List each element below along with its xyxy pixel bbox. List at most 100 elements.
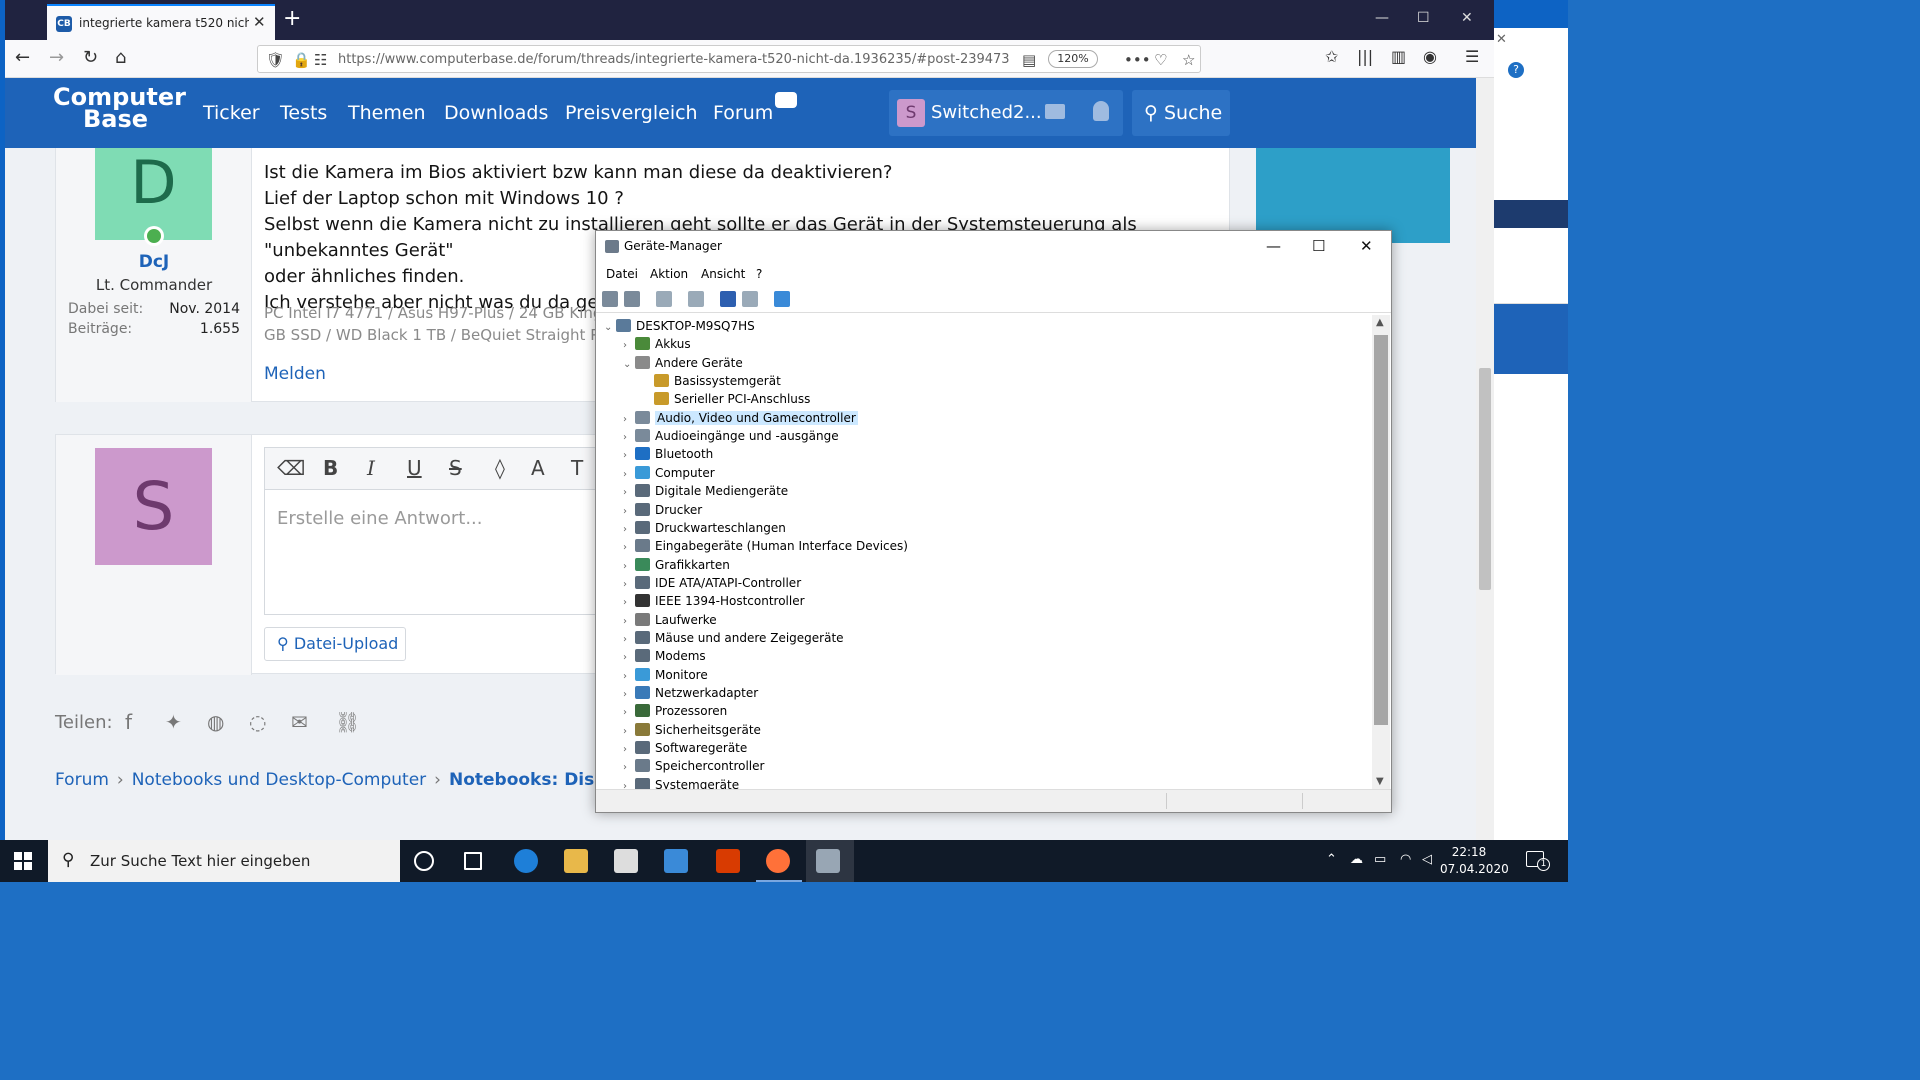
dm-help-icon[interactable]	[720, 291, 736, 307]
shield-icon[interactable]: 🛡	[266, 51, 285, 69]
account-icon[interactable]: ◉	[1423, 47, 1437, 66]
background-close-icon[interactable]: ✕	[1496, 32, 1507, 47]
nav-ticker[interactable]: Ticker	[203, 102, 260, 124]
library-icon[interactable]: |||	[1357, 47, 1373, 66]
reader-view-icon[interactable]: ▤	[1022, 51, 1036, 69]
dm-menu-aktion[interactable]: Aktion	[650, 267, 688, 281]
tree-node[interactable]: › Mäuse und andere Zeigegeräte	[623, 629, 844, 647]
close-window-icon[interactable]: ✕	[1461, 10, 1473, 26]
tree-node[interactable]: › Laufwerke	[623, 611, 717, 629]
chevron-right-icon[interactable]: ›	[623, 649, 635, 667]
dm-monitor-icon[interactable]	[774, 291, 790, 307]
chevron-right-icon[interactable]: ›	[623, 778, 635, 789]
nav-tests[interactable]: Tests	[280, 102, 327, 124]
explorer-icon[interactable]	[564, 849, 588, 873]
chevron-right-icon[interactable]: ›	[623, 484, 635, 502]
dm-tree-icon[interactable]	[656, 291, 672, 307]
maximize-icon[interactable]: ☐	[1417, 10, 1430, 26]
tree-node[interactable]: › IEEE 1394-Hostcontroller	[623, 592, 805, 610]
tree-node[interactable]: › Modems	[623, 647, 706, 665]
chevron-right-icon[interactable]: ›	[623, 337, 635, 355]
pocket-icon[interactable]: ♡	[1154, 51, 1167, 69]
new-tab-icon[interactable]: +	[283, 6, 301, 31]
user-name[interactable]: Switched2...	[931, 102, 1042, 123]
dm-menu-datei[interactable]: Datei	[606, 267, 638, 281]
clock[interactable]: 22:18 07.04.2020	[1440, 844, 1509, 878]
color-icon[interactable]: ◊	[495, 456, 505, 480]
edge-icon[interactable]	[514, 849, 538, 873]
chevron-right-icon[interactable]: ›	[623, 558, 635, 576]
home-icon[interactable]: ⌂	[115, 47, 126, 68]
tree-node[interactable]: › Digitale Mediengeräte	[623, 482, 788, 500]
nav-downloads[interactable]: Downloads	[444, 102, 548, 124]
font-button[interactable]: A	[531, 456, 545, 480]
tree-root[interactable]: ⌄ DESKTOP-M9SQ7HS	[604, 317, 755, 335]
reply-placeholder[interactable]: Erstelle eine Antwort...	[277, 508, 483, 529]
search-button[interactable]: ⚲ Suche	[1132, 90, 1230, 136]
dm-view-icon[interactable]	[742, 291, 758, 307]
dm-back-icon[interactable]	[602, 291, 618, 307]
chevron-right-icon[interactable]: ›	[623, 704, 635, 722]
store-icon[interactable]	[614, 849, 638, 873]
chevron-right-icon[interactable]: ›	[623, 539, 635, 557]
tree-node[interactable]: › Akkus	[623, 335, 691, 353]
size-button[interactable]: T	[571, 456, 583, 480]
browser-tab[interactable]: CB integrierte kamera t520 nicht da ✕	[47, 4, 275, 40]
chevron-right-icon[interactable]: ›	[623, 613, 635, 631]
wifi-icon[interactable]: ◠	[1400, 852, 1411, 867]
upload-button[interactable]: ⚲ Datei-Upload	[264, 627, 406, 661]
menu-icon[interactable]: ☰	[1465, 47, 1479, 66]
url-text[interactable]: https://www.computerbase.de/forum/thread…	[338, 52, 1010, 67]
chevron-right-icon[interactable]: ›	[623, 668, 635, 686]
italic-button[interactable]: I	[367, 456, 375, 480]
tree-node[interactable]: › Computer	[623, 464, 715, 482]
dm-forward-icon[interactable]	[624, 291, 640, 307]
chevron-right-icon[interactable]: ›	[623, 466, 635, 484]
breadcrumb-forum[interactable]: Forum	[55, 770, 109, 790]
office-icon[interactable]	[716, 849, 740, 873]
chevron-down-icon[interactable]: ⌄	[623, 356, 635, 374]
underline-button[interactable]: U	[407, 456, 422, 480]
dm-titlebar[interactable]: Geräte-Manager — ☐ ✕	[596, 231, 1391, 263]
chevron-right-icon[interactable]: ›	[623, 631, 635, 649]
task-view-icon[interactable]	[464, 852, 482, 870]
mail-app-icon[interactable]	[664, 849, 688, 873]
whatsapp-icon[interactable]: ◌	[249, 710, 266, 734]
link-icon[interactable]: ⛓	[335, 710, 360, 734]
sidebar-icon[interactable]: ▥	[1391, 47, 1406, 66]
more-icon[interactable]: •••	[1124, 51, 1151, 69]
dm-minimize-icon[interactable]: —	[1266, 237, 1281, 255]
email-icon[interactable]: ✉	[291, 710, 308, 734]
tree-node[interactable]: › IDE ATA/ATAPI-Controller	[623, 574, 801, 592]
bookmarks-icon[interactable]: ✩	[1325, 47, 1338, 66]
battery-icon[interactable]: ▭	[1374, 852, 1386, 867]
user-menu[interactable]: S Switched2...	[889, 90, 1123, 136]
volume-icon[interactable]: ◁	[1422, 852, 1432, 867]
tree-node[interactable]: › Systemgeräte	[623, 776, 739, 789]
background-window[interactable]: ✕ ?	[1494, 28, 1568, 840]
strike-button[interactable]: S	[449, 456, 462, 480]
bookmark-star-icon[interactable]: ☆	[1182, 51, 1195, 69]
twitter-icon[interactable]: ✦	[165, 710, 182, 734]
bell-icon[interactable]	[1093, 101, 1109, 121]
bold-button[interactable]: B	[323, 456, 338, 480]
dm-properties-icon[interactable]	[688, 291, 704, 307]
reddit-icon[interactable]: ◍	[207, 710, 224, 734]
chevron-right-icon[interactable]: ›	[623, 723, 635, 741]
taskbar-search[interactable]: ⚲ Zur Suche Text hier eingeben	[48, 840, 400, 882]
dm-menu-help[interactable]: ?	[756, 267, 762, 281]
cortana-icon[interactable]	[414, 851, 434, 871]
facebook-icon[interactable]: f	[125, 710, 132, 734]
tree-node[interactable]: › Monitore	[623, 666, 708, 684]
tree-node[interactable]: › Netzwerkadapter	[623, 684, 758, 702]
chevron-right-icon[interactable]: ›	[623, 576, 635, 594]
tree-node[interactable]: › Prozessoren	[623, 702, 727, 720]
user-avatar[interactable]: S	[897, 99, 925, 127]
firefox-icon[interactable]	[766, 849, 790, 873]
author-name[interactable]: DcJ	[56, 252, 252, 272]
taskbar-search-placeholder[interactable]: Zur Suche Text hier eingeben	[90, 852, 310, 870]
dm-close-icon[interactable]: ✕	[1360, 237, 1373, 255]
tree-node[interactable]: Serieller PCI-Anschluss	[642, 390, 810, 408]
lock-icon[interactable]: 🔒	[292, 51, 311, 69]
tree-node[interactable]: › Speichercontroller	[623, 757, 764, 775]
